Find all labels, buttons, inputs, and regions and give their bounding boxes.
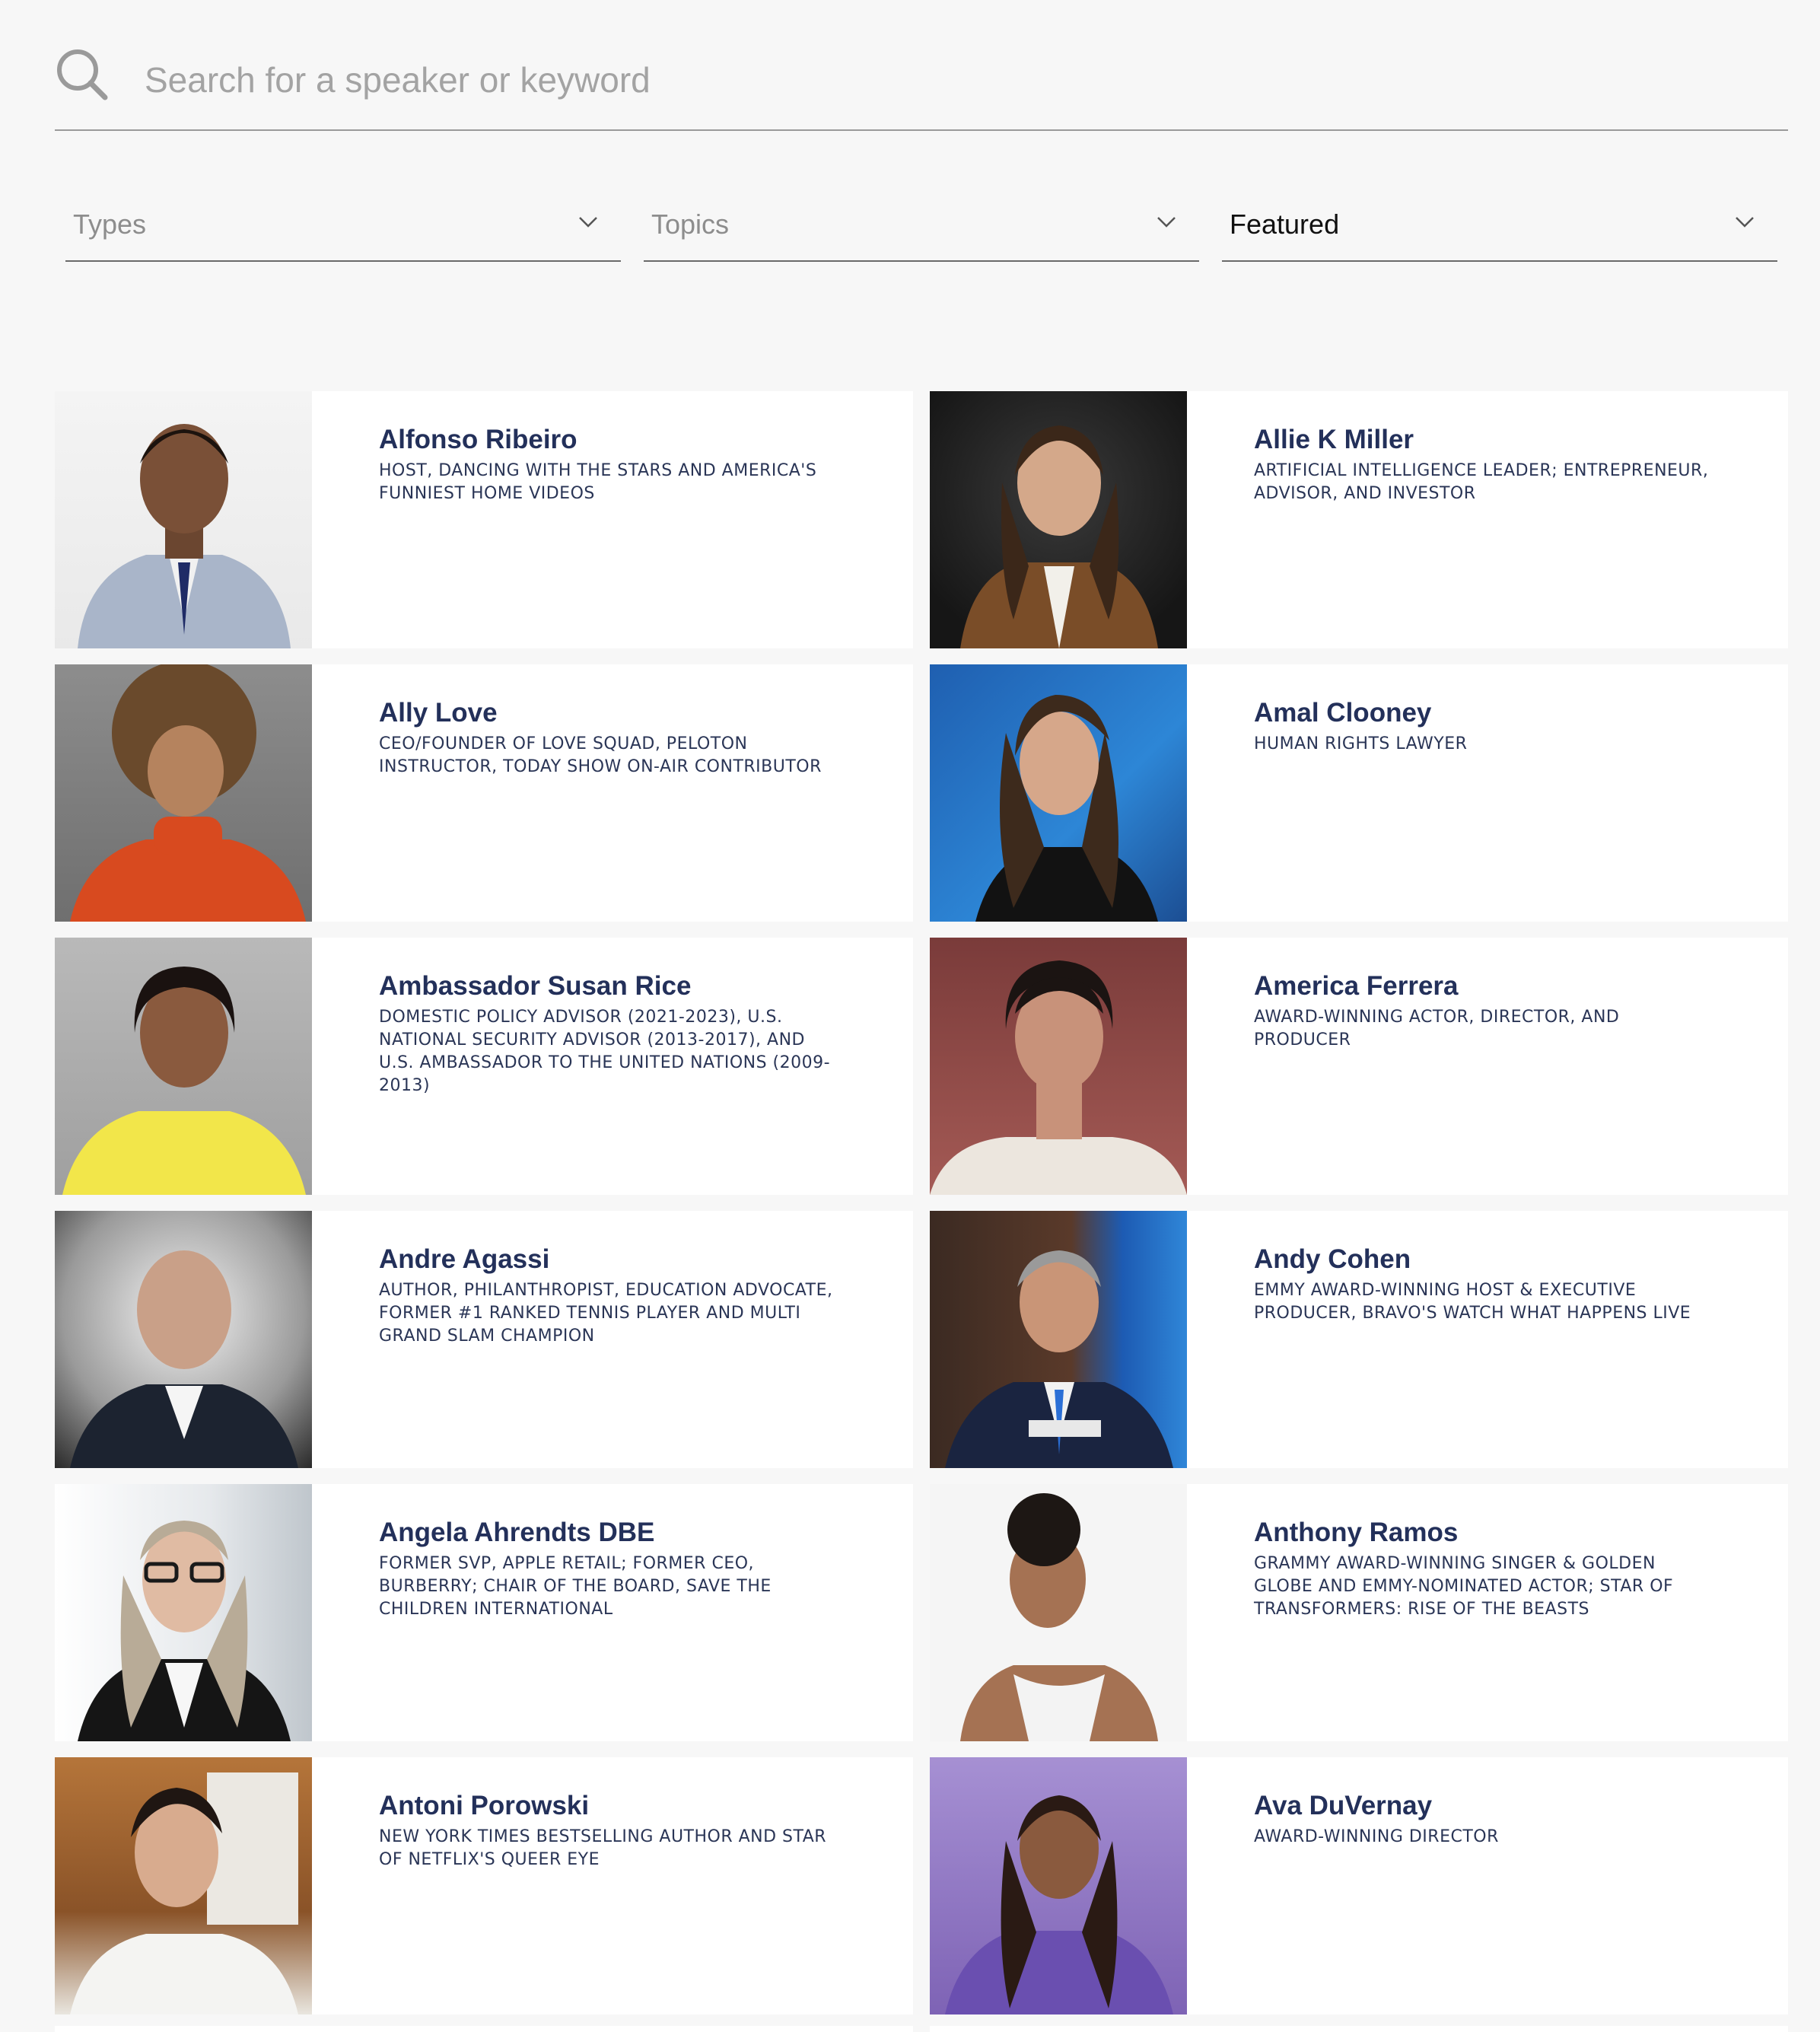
speaker-title: FORMER SVP, APPLE RETAIL; FORMER CEO, BU… bbox=[379, 1554, 772, 1619]
speaker-photo bbox=[55, 1484, 312, 1741]
speaker-photo bbox=[930, 1757, 1187, 2014]
speaker-photo bbox=[930, 664, 1187, 922]
speaker-card[interactable]: Amal Clooney HUMAN RIGHTS LAWYER bbox=[930, 664, 1788, 922]
speaker-title: DOMESTIC POLICY ADVISOR (2021-2023), U.S… bbox=[379, 1008, 831, 1095]
types-filter-dropdown[interactable]: Types bbox=[65, 186, 621, 262]
speaker-card[interactable]: Anthony Ramos GRAMMY AWARD-WINNING SINGE… bbox=[930, 1484, 1788, 1741]
speaker-photo bbox=[55, 938, 312, 1195]
search-icon[interactable] bbox=[55, 47, 110, 102]
speaker-title: EMMY AWARD-WINNING HOST & EXECUTIVE PROD… bbox=[1254, 1281, 1691, 1323]
speaker-name: Andy Cohen bbox=[1254, 1244, 1411, 1274]
speaker-photo bbox=[55, 1211, 312, 1468]
speaker-name: Alfonso Ribeiro bbox=[379, 425, 578, 454]
speaker-card[interactable]: Alfonso Ribeiro HOST, DANCING WITH THE S… bbox=[55, 391, 913, 648]
speaker-photo bbox=[930, 1484, 1187, 1741]
speaker-photo bbox=[930, 1211, 1187, 1468]
search-input[interactable] bbox=[145, 53, 1514, 107]
speaker-title: NEW YORK TIMES BESTSELLING AUTHOR AND ST… bbox=[379, 1827, 827, 1869]
speaker-card[interactable]: Andy Cohen EMMY AWARD-WINNING HOST & EXE… bbox=[930, 1211, 1788, 1468]
speaker-title: GRAMMY AWARD-WINNING SINGER & GOLDEN GLO… bbox=[1254, 1554, 1674, 1619]
speaker-photo bbox=[55, 1757, 312, 2014]
speaker-title: AWARD-WINNING DIRECTOR bbox=[1254, 1827, 1499, 1846]
speaker-name: Ava DuVernay bbox=[1254, 1791, 1433, 1820]
chevron-down-icon bbox=[1157, 217, 1176, 228]
speaker-name: Anthony Ramos bbox=[1254, 1518, 1459, 1547]
speaker-photo bbox=[55, 391, 312, 648]
speaker-title: HOST, DANCING WITH THE STARS AND AMERICA… bbox=[379, 461, 817, 503]
chevron-down-icon bbox=[579, 217, 597, 228]
speaker-photo bbox=[930, 938, 1187, 1195]
speaker-name: Allie K Miller bbox=[1254, 425, 1414, 454]
types-filter-label: Types bbox=[73, 209, 147, 240]
speaker-card[interactable]: Antoni Porowski NEW YORK TIMES BESTSELLI… bbox=[55, 1757, 913, 2014]
speaker-card[interactable]: America Ferrera AWARD-WINNING ACTOR, DIR… bbox=[930, 938, 1788, 1195]
speaker-name: Ambassador Susan Rice bbox=[379, 971, 692, 1001]
speaker-card[interactable]: Ambassador Susan Rice DOMESTIC POLICY AD… bbox=[55, 938, 913, 1195]
speaker-name: Amal Clooney bbox=[1254, 698, 1432, 728]
speaker-card-partial[interactable] bbox=[55, 2026, 913, 2032]
speaker-name: Andre Agassi bbox=[379, 1244, 550, 1274]
speaker-card[interactable]: Andre Agassi AUTHOR, PHILANTHROPIST, EDU… bbox=[55, 1211, 913, 1468]
speaker-name: Ally Love bbox=[379, 698, 498, 728]
filter-bar: Types Topics Featured bbox=[65, 186, 1777, 262]
speaker-title: AUTHOR, PHILANTHROPIST, EDUCATION ADVOCA… bbox=[379, 1281, 833, 1346]
topics-filter-dropdown[interactable]: Topics bbox=[644, 186, 1199, 262]
speaker-card[interactable]: Ava DuVernay AWARD-WINNING DIRECTOR bbox=[930, 1757, 1788, 2014]
speaker-card-partial[interactable] bbox=[930, 2026, 1788, 2032]
speaker-card[interactable]: Angela Ahrendts DBE FORMER SVP, APPLE RE… bbox=[55, 1484, 913, 1741]
speakers-page: Types Topics Featured bbox=[0, 0, 1820, 2032]
speaker-title: CEO/FOUNDER OF LOVE SQUAD, PELOTON INSTR… bbox=[379, 734, 822, 776]
speaker-title: HUMAN RIGHTS LAWYER bbox=[1254, 734, 1468, 753]
search-bar bbox=[55, 33, 1788, 131]
topics-filter-label: Topics bbox=[651, 209, 730, 240]
speaker-name: America Ferrera bbox=[1254, 971, 1459, 1001]
speaker-photo bbox=[55, 664, 312, 922]
chevron-down-icon bbox=[1736, 217, 1754, 228]
speaker-name: Antoni Porowski bbox=[379, 1791, 590, 1820]
speaker-title: ARTIFICIAL INTELLIGENCE LEADER; ENTREPRE… bbox=[1254, 461, 1709, 503]
featured-sort-label: Featured bbox=[1230, 209, 1340, 240]
speaker-card[interactable]: Ally Love CEO/FOUNDER OF LOVE SQUAD, PEL… bbox=[55, 664, 913, 922]
speaker-title: AWARD-WINNING ACTOR, DIRECTOR, AND PRODU… bbox=[1254, 1008, 1620, 1049]
featured-sort-dropdown[interactable]: Featured bbox=[1222, 186, 1777, 262]
speaker-name: Angela Ahrendts DBE bbox=[379, 1518, 655, 1547]
speaker-photo bbox=[930, 391, 1187, 648]
speaker-card[interactable]: Allie K Miller ARTIFICIAL INTELLIGENCE L… bbox=[930, 391, 1788, 648]
